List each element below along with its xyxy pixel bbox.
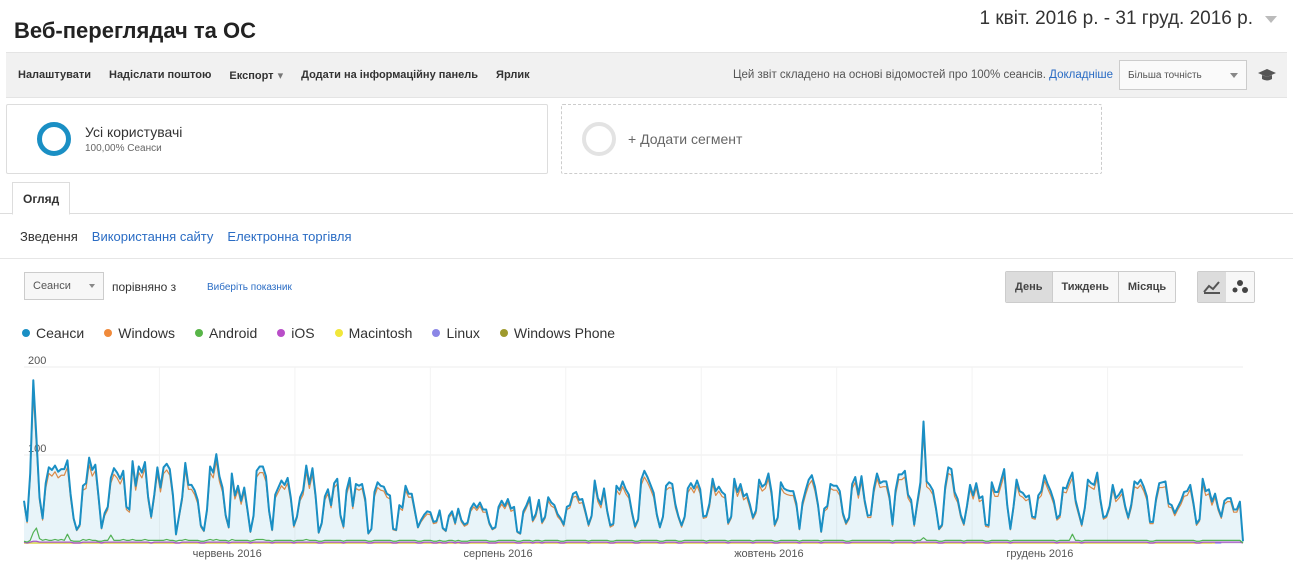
empty-segment-ring-icon [582,122,616,156]
legend-item: Windows [104,325,175,341]
add-segment-button[interactable]: + Додати сегмент [561,104,1102,174]
divider [0,258,1293,259]
chevron-down-icon [1265,15,1277,23]
sessions-line-chart: 200 100 червень 2016 серпень 2016 жовтень 20… [0,345,1293,563]
legend-dot-icon [334,329,343,337]
sampling-notice-text: Цей звіт складено на основі відомостей п… [732,69,1046,81]
legend-item: Macintosh [334,325,413,341]
day-button[interactable]: День [1006,272,1052,302]
metric-dropdown[interactable]: Сеанси [24,272,104,300]
subtab-ecommerce[interactable]: Електронна торгівля [227,229,351,244]
export-label: Експорт [229,69,274,82]
legend-dot-icon [499,329,508,337]
legend-item: Android [195,325,257,341]
chevron-down-icon [89,284,95,288]
add-segment-label: + Додати сегмент [628,131,743,147]
period-toggle: День Тиждень Місяць [1005,271,1177,303]
x-tick-label: жовтень 2016 [734,548,803,560]
line-chart-view-button[interactable] [1198,272,1226,302]
x-tick-label: червень 2016 [193,548,262,560]
legend-item: Windows Phone [499,325,616,341]
segment-name: Усі користувачі [85,124,183,140]
customize-button[interactable]: Налаштувати [18,69,91,81]
tab-overview[interactable]: Огляд [12,182,71,215]
precision-dropdown[interactable]: Більша точність [1119,60,1247,90]
month-button[interactable]: Місяць [1117,272,1176,302]
learn-more-link[interactable]: Докладніше [1049,69,1113,81]
legend-label: Windows [118,325,176,341]
line-chart-icon [1203,281,1220,294]
legend-dot-icon [195,329,204,337]
segment-all-users[interactable]: Усі користувачі 100,00% Сеанси [6,104,548,174]
subtab-summary[interactable]: Зведення [20,229,78,244]
select-metric-link[interactable]: Виберіть показник [207,282,292,293]
legend-label: Сеанси [36,325,85,341]
chevron-down-icon [1230,72,1238,78]
motion-chart-view-button[interactable] [1226,272,1254,302]
segment-percent: 100,00% Сеанси [85,143,162,154]
shortcut-button[interactable]: Ярлик [496,69,530,81]
subtab-site-usage[interactable]: Використання сайту [92,229,214,244]
legend-dot-icon [277,329,286,337]
legend-label: iOS [291,325,315,341]
legend-item: Linux [432,325,480,341]
legend-label: Android [209,325,258,341]
legend-item: iOS [277,325,315,341]
explorer-subtabs: Зведення Використання сайту Електронна т… [20,229,352,244]
sampling-notice: Цей звіт складено на основі відомостей п… [733,69,1113,81]
report-tabs: Огляд [0,182,1293,215]
export-button[interactable]: Експорт ▾ [229,69,283,82]
chart-view-toggle [1197,271,1255,303]
legend-item: Сеанси [22,325,84,341]
metric-label: Сеанси [33,280,71,292]
email-button[interactable]: Надіслати поштою [109,69,211,81]
y-tick-label: 200 [28,355,46,367]
x-tick-label: серпень 2016 [463,548,532,560]
graduation-cap-icon[interactable] [1247,68,1287,82]
legend-dot-icon [104,329,113,337]
compare-label: порівняно з [112,280,177,294]
date-range-picker[interactable]: 1 квіт. 2016 р. - 31 груд. 2016 р. [979,8,1277,30]
legend-dot-icon [432,329,441,337]
legend-label: Macintosh [348,325,413,341]
add-to-dashboard-button[interactable]: Додати на інформаційну панель [301,69,478,81]
precision-label: Більша точність [1128,69,1202,81]
legend-label: Windows Phone [513,325,616,341]
report-toolbar: Налаштувати Надіслати поштою Експорт ▾ До… [6,52,1287,98]
week-button[interactable]: Тиждень [1051,272,1118,302]
segment-ring-icon [37,122,71,156]
page-title: Веб-переглядач та ОС [14,18,257,43]
legend-label: Linux [446,325,480,341]
bubbles-icon [1232,280,1248,293]
legend-dot-icon [22,329,30,337]
x-tick-label: грудень 2016 [1006,548,1073,560]
date-range-label: 1 квіт. 2016 р. - 31 груд. 2016 р. [979,8,1253,29]
chevron-down-icon: ▾ [277,69,284,82]
chart-legend: Сеанси Windows Android iOS Macintosh Linux Win… [22,325,615,341]
